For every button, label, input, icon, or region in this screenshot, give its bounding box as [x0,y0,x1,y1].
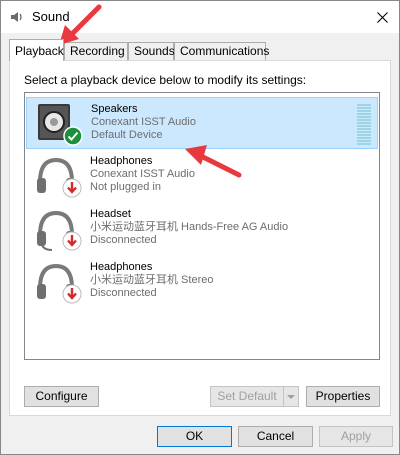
device-info: Speakers Conexant ISST Audio Default Dev… [91,103,196,142]
device-status: Disconnected [90,287,157,299]
apply-button[interactable]: Apply [319,426,393,447]
device-status: Disconnected [90,234,157,246]
device-info: Headset 小米运动蓝牙耳机 Hands-Free AG Audio Dis… [90,208,288,247]
device-driver: 小米运动蓝牙耳机 Stereo [90,274,214,286]
down-arrow-icon [62,178,82,198]
tab-sounds[interactable]: Sounds [128,42,175,61]
checkmark-icon [63,126,83,146]
device-item-headset[interactable]: Headset 小米运动蓝牙耳机 Hands-Free AG Audio Dis… [26,203,378,255]
ok-button[interactable]: OK [157,426,232,447]
device-list[interactable]: Speakers Conexant ISST Audio Default Dev… [24,92,380,360]
device-driver: 小米运动蓝牙耳机 Hands-Free AG Audio [90,221,289,233]
sound-dialog: Sound Playback Recording Sounds Communic… [0,0,400,455]
cancel-button[interactable]: Cancel [238,426,313,447]
playback-panel: Select a playback device below to modify… [9,60,391,416]
device-name: Headset [90,208,131,220]
set-default-button[interactable]: Set Default [210,386,284,407]
tab-playback[interactable]: Playback [9,39,64,61]
device-driver: Conexant ISST Audio [91,116,196,128]
instruction-text: Select a playback device below to modify… [24,73,307,87]
down-arrow-icon [62,284,82,304]
device-item-headphones-stereo[interactable]: Headphones 小米运动蓝牙耳机 Stereo Disconnected [26,256,378,308]
set-default-dropdown[interactable] [283,386,299,407]
volume-meter [357,104,371,146]
speaker-icon [11,12,22,22]
device-name: Headphones [90,261,153,273]
device-name: Speakers [91,103,138,115]
close-icon [376,11,388,23]
device-info: Headphones 小米运动蓝牙耳机 Stereo Disconnected [90,261,213,300]
close-button[interactable] [365,1,399,33]
tab-communications[interactable]: Communications [174,42,269,61]
properties-button[interactable]: Properties [306,386,380,407]
down-arrow-icon [62,231,82,251]
configure-button[interactable]: Configure [24,386,99,407]
annotation-arrow-icon [185,145,242,178]
chevron-down-icon [287,395,295,399]
